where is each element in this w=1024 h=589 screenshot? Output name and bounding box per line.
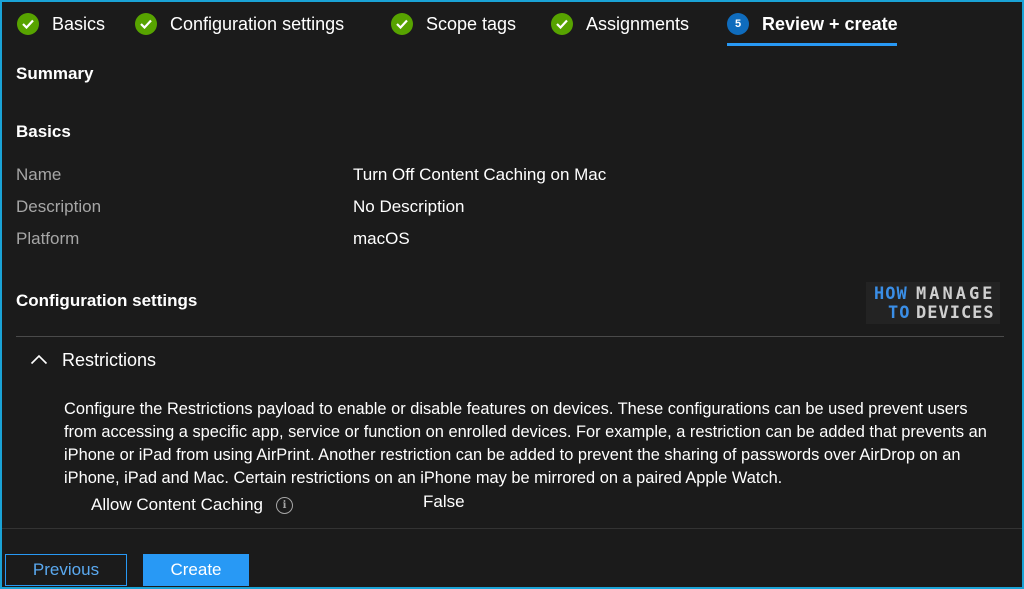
tab-scope-tags[interactable]: Scope tags <box>391 10 516 38</box>
tab-review-create[interactable]: 5 Review + create <box>727 10 898 38</box>
logo-devices-text: DEVICES <box>916 303 995 323</box>
previous-button[interactable]: Previous <box>5 554 127 586</box>
description-label: Description <box>16 197 102 216</box>
setting-label: Allow Content Caching <box>91 495 263 514</box>
restrictions-label: Restrictions <box>62 350 157 370</box>
check-icon <box>135 13 157 35</box>
check-icon <box>391 13 413 35</box>
platform-value: macOS <box>353 229 410 248</box>
basics-heading: Basics <box>16 122 71 141</box>
create-button[interactable]: Create <box>143 554 249 586</box>
tab-label: Review + create <box>762 13 898 34</box>
allow-content-caching-value: False <box>423 492 465 511</box>
restrictions-section-toggle[interactable]: Restrictions <box>30 350 156 371</box>
section-divider <box>16 336 1004 337</box>
check-icon <box>551 13 573 35</box>
restrictions-description: Configure the Restrictions payload to en… <box>64 400 987 487</box>
tab-label: Basics <box>52 13 106 34</box>
configuration-settings-heading: Configuration settings <box>16 291 198 310</box>
chevron-up-icon <box>30 352 48 370</box>
footer-divider <box>2 528 1022 529</box>
platform-label: Platform <box>16 229 80 248</box>
name-label: Name <box>16 165 62 184</box>
tab-assignments[interactable]: Assignments <box>551 10 689 38</box>
active-tab-indicator <box>727 43 897 46</box>
summary-heading: Summary <box>16 64 94 83</box>
tab-label: Assignments <box>586 13 690 34</box>
logo-manage-text: MANAGE <box>916 284 996 304</box>
step-number-badge: 5 <box>727 13 749 35</box>
name-value: Turn Off Content Caching on Mac <box>353 165 607 184</box>
wizard-tabs: Basics Configuration settings Scope tags… <box>0 0 1024 50</box>
logo-to-text: TO <box>888 303 911 323</box>
tab-label: Configuration settings <box>170 13 345 34</box>
tab-basics[interactable]: Basics <box>17 10 105 38</box>
tab-configuration-settings[interactable]: Configuration settings <box>135 10 344 38</box>
howtomanagedevices-logo: HOW TO MANAGE DEVICES <box>866 282 1000 324</box>
check-icon <box>17 13 39 35</box>
logo-how-text: HOW <box>874 284 908 304</box>
info-icon[interactable]: i <box>275 496 293 514</box>
allow-content-caching-setting: Allow Content Caching i <box>91 495 293 515</box>
description-value: No Description <box>353 197 465 216</box>
tab-label: Scope tags <box>426 13 517 34</box>
